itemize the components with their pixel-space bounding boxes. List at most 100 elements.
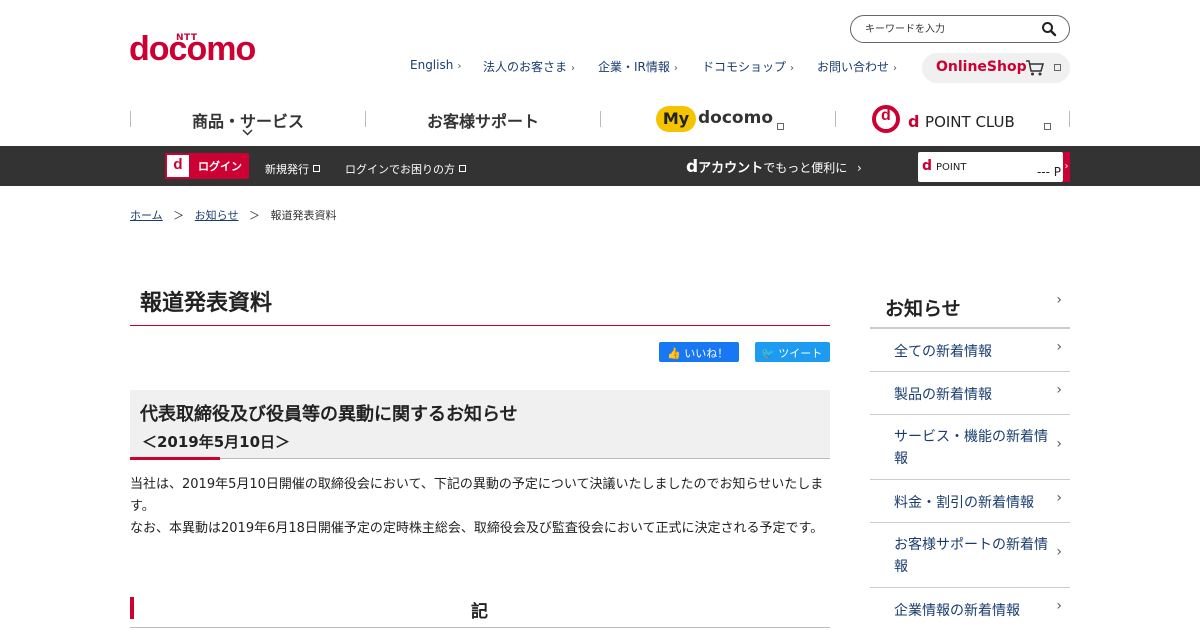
- external-link-icon: [459, 165, 466, 172]
- docomo-shop-label: ドコモショップ: [702, 60, 787, 74]
- nav-divider: [835, 111, 836, 127]
- dpoint-d-letter: d: [908, 112, 926, 131]
- title-divider: [130, 325, 830, 326]
- online-shop-button[interactable]: OnlineShop: [922, 53, 1070, 83]
- like-label: いいね！: [684, 347, 729, 360]
- sidebar-item-label: 全ての新着情報: [894, 344, 992, 360]
- sidebar-item-label: 企業情報の新着情報: [894, 603, 1020, 619]
- login-label: ログイン: [198, 160, 242, 173]
- cart-icon: [1026, 60, 1044, 76]
- body-paragraph: 当社は、2019年5月10日開催の取締役会において、下記の異動の予定について決議…: [130, 477, 824, 514]
- english-link[interactable]: English ›: [410, 58, 461, 72]
- breadcrumb-separator: ＞: [241, 209, 267, 222]
- breadcrumb-current: 報道発表資料: [270, 209, 337, 222]
- sidebar-item-label: お客様サポートの新着情報: [894, 537, 1048, 575]
- daccount-d: d: [686, 157, 699, 177]
- dpoint-club-label: POINT CLUB: [925, 113, 1015, 131]
- dpoint-card-logo: d POINT: [922, 158, 967, 174]
- daccount-strong: アカウント: [698, 161, 764, 176]
- external-link-icon: [1054, 64, 1061, 71]
- external-link-icon: [1044, 123, 1052, 130]
- page-title: 報道発表資料: [140, 291, 273, 316]
- search-box: [850, 15, 1070, 43]
- login-button[interactable]: d ログイン: [165, 153, 249, 179]
- sidebar-item-all[interactable]: 全ての新着情報 ›: [870, 329, 1070, 372]
- mydocomo-logo[interactable]: My: [656, 106, 696, 132]
- chevron-down-icon: [242, 128, 253, 139]
- nav-divider: [600, 111, 601, 127]
- sidebar-item-label: 製品の新着情報: [894, 387, 992, 403]
- contact-link[interactable]: お問い合わせ ›: [817, 58, 897, 75]
- tweet-button[interactable]: 🐦 ツイート: [755, 342, 830, 362]
- chevron-right-icon: ›: [1056, 490, 1062, 506]
- section-accent-bar: [130, 597, 134, 619]
- breadcrumb: ホーム ＞ お知らせ ＞ 報道発表資料: [130, 207, 336, 223]
- mydocomo-label[interactable]: docomo: [698, 108, 773, 128]
- chevron-right-icon: ›: [790, 63, 795, 74]
- chevron-right-icon: ›: [1056, 292, 1062, 308]
- nav-support[interactable]: お客様サポート: [427, 108, 539, 132]
- sidebar-heading[interactable]: お知らせ ›: [870, 282, 1070, 329]
- breadcrumb-home[interactable]: ホーム: [130, 209, 163, 222]
- sidebar-item-pricing[interactable]: 料金・割引の新着情報 ›: [870, 480, 1070, 523]
- daccount-rest: でもっと便利に: [763, 161, 848, 175]
- business-label: 法人のお客さま: [483, 60, 568, 74]
- dpoint-card-label: POINT: [936, 162, 967, 173]
- external-link-icon: [777, 123, 784, 130]
- corporate-ir-label: 企業・IR情報: [598, 60, 670, 74]
- login-trouble-link[interactable]: ログインでお困りの方: [345, 161, 466, 177]
- chevron-right-icon: ›: [673, 63, 678, 74]
- register-label: 新規発行: [265, 163, 309, 176]
- chevron-right-icon: ›: [571, 63, 576, 74]
- page: NTT docomo English› 法人のお客さま› 企業・IR情報› ドコ…: [0, 0, 1200, 630]
- nav-divider: [365, 111, 366, 127]
- chevron-right-icon: ›: [457, 61, 462, 72]
- login-trouble-label: ログインでお困りの方: [345, 163, 455, 176]
- thumbs-up-icon: 👍: [667, 347, 681, 360]
- chevron-right-icon: ›: [857, 161, 862, 175]
- register-link[interactable]: 新規発行: [265, 161, 320, 177]
- sidebar-item-label: サービス・機能の新着情報: [894, 429, 1048, 467]
- sidebar-item-services[interactable]: サービス・機能の新着情報 ›: [870, 415, 1070, 480]
- d-icon: d: [165, 153, 191, 179]
- sidebar-item-corporate[interactable]: 企業情報の新着情報 ›: [870, 588, 1070, 630]
- section-divider: [130, 627, 830, 628]
- search-input[interactable]: [865, 21, 1035, 37]
- dpoint-balance: --- P: [1036, 165, 1061, 179]
- nav-divider: [130, 111, 131, 127]
- dpoint-d: d: [881, 107, 891, 124]
- sidebar-item-products[interactable]: 製品の新着情報 ›: [870, 372, 1070, 415]
- sidebar-item-support[interactable]: お客様サポートの新着情報 ›: [870, 523, 1070, 588]
- corporate-ir-link[interactable]: 企業・IR情報 ›: [598, 58, 678, 75]
- twitter-bird-icon: 🐦: [761, 347, 775, 360]
- breadcrumb-news[interactable]: お知らせ: [195, 209, 239, 222]
- chevron-right-icon[interactable]: ›: [1063, 152, 1070, 182]
- business-link[interactable]: 法人のお客さま ›: [483, 58, 575, 75]
- breadcrumb-separator: ＞: [166, 209, 192, 222]
- chevron-right-icon: ›: [893, 63, 898, 74]
- chevron-right-icon: ›: [1056, 436, 1062, 452]
- english-label: English: [410, 58, 454, 72]
- daccount-link[interactable]: dアカウントでもっと便利に ›: [686, 157, 862, 177]
- body-paragraph: なお、本異動は2019年6月18日開催予定の定時株主総会、取締役会及び監査役会に…: [130, 521, 824, 536]
- docomo-shop-link[interactable]: ドコモショップ ›: [702, 58, 794, 75]
- facebook-like-button[interactable]: 👍 いいね！: [659, 342, 739, 362]
- search-icon[interactable]: [1041, 21, 1057, 37]
- sidebar-heading-label: お知らせ: [885, 298, 961, 320]
- contact-label: お問い合わせ: [817, 60, 890, 74]
- section-heading: 記: [471, 602, 488, 622]
- chevron-right-icon: ›: [1056, 382, 1062, 398]
- dpoint-card[interactable]: d POINT --- P: [918, 152, 1063, 182]
- docomo-logo[interactable]: docomo: [129, 30, 256, 69]
- sidebar-item-label: 料金・割引の新着情報: [894, 495, 1034, 511]
- nav-dpoint-club[interactable]: d POINT CLUB: [908, 112, 1015, 131]
- external-link-icon: [313, 165, 320, 172]
- chevron-right-icon: ›: [1056, 544, 1062, 560]
- news-accent-bar: [130, 457, 220, 460]
- tweet-label: ツイート: [778, 347, 823, 360]
- nav-divider: [1069, 111, 1070, 127]
- news-title: 代表取締役及び役員等の異動に関するお知らせ: [140, 404, 518, 425]
- dpoint-logo[interactable]: d: [872, 105, 900, 133]
- news-date: ＜2019年5月10日＞: [142, 433, 291, 451]
- chevron-right-icon: ›: [1056, 598, 1062, 614]
